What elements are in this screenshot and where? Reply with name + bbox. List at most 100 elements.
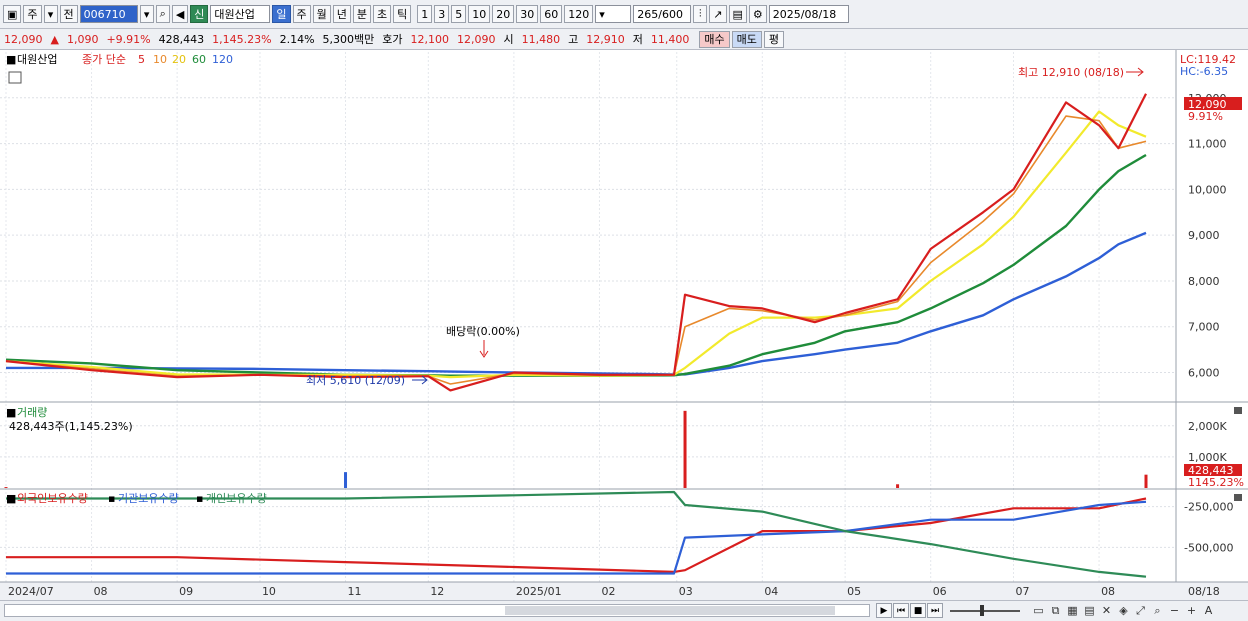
investor-tick-label: -500,000	[1184, 541, 1233, 554]
period-week[interactable]: 주	[292, 5, 311, 23]
hoga-label: 호가	[382, 33, 403, 46]
interval-10[interactable]: 10	[468, 5, 491, 23]
volume-bar	[683, 410, 687, 488]
interval-20[interactable]: 20	[492, 5, 515, 23]
x-tick-label: 09	[179, 585, 193, 598]
current-price: 12,090	[4, 32, 43, 46]
low-annotation: 최저 5,610 (12/09)	[306, 374, 405, 387]
sell-button[interactable]: 매도	[731, 30, 762, 48]
date-field[interactable]: 2025/08/18	[768, 5, 849, 23]
first-page-icon[interactable]: ⏮	[893, 603, 909, 618]
period-tick[interactable]: 틱	[393, 5, 412, 23]
interval-input[interactable]: ▾	[595, 5, 632, 23]
zoom-out-icon[interactable]: −	[1166, 603, 1183, 618]
price-tick-label: 11,000	[1188, 138, 1227, 151]
interval-5[interactable]: 5	[451, 5, 467, 23]
font-size-icon[interactable]: A	[1200, 603, 1217, 618]
buy-button[interactable]: 매수	[699, 30, 730, 48]
zoom-slider[interactable]	[950, 605, 1020, 616]
x-tick-label: 2024/07	[8, 585, 54, 598]
save-icon[interactable]: ▤	[728, 5, 747, 23]
open-label: 시	[503, 33, 514, 46]
nav-buttons: ▶ ⏮ ■ ⏭	[876, 603, 944, 618]
interval-120[interactable]: 120	[564, 5, 594, 23]
stock-chart[interactable]: 6,0007,0008,0009,00010,00011,00012,0001,…	[0, 50, 1248, 600]
volume-checkbox-icon[interactable]: ■	[6, 406, 16, 419]
turnover-rate: 2.14%	[279, 32, 315, 46]
status-bar: ▶ ⏮ ■ ⏭ ▭ ⧉ ▦ ▤ ✕ ◈ ⤢ ⌕ − + A	[0, 600, 1248, 621]
ma-legend-60: 60	[192, 53, 206, 66]
investor-panel-close-icon[interactable]	[1234, 494, 1242, 501]
search-icon[interactable]: ⌕	[155, 5, 170, 23]
ask-price: 12,100	[410, 32, 450, 46]
zoom-knob[interactable]	[980, 605, 984, 616]
cascade-icon[interactable]: ⧉	[1047, 603, 1064, 618]
low-label: 저	[632, 33, 643, 46]
last-page-icon[interactable]: ⏭	[927, 603, 943, 618]
stock-name-field[interactable]: 대원산업	[210, 5, 271, 23]
ma-type-label: 종가 단순	[82, 53, 126, 66]
x-tick-label: 04	[764, 585, 778, 598]
tile-icon[interactable]: ▦	[1064, 603, 1081, 618]
new-badge: 신	[190, 5, 209, 23]
x-tick-label: 08	[94, 585, 108, 598]
high-price: 12,910	[586, 32, 625, 46]
period-year[interactable]: 년	[332, 5, 351, 23]
candle-icon[interactable]: ⫶	[693, 5, 708, 23]
stop-icon[interactable]: ■	[910, 603, 926, 618]
grid-toggle-icon[interactable]	[8, 71, 22, 84]
period-day[interactable]: 일	[272, 5, 291, 23]
x-tick-label: 03	[679, 585, 693, 598]
count-max: /600	[658, 7, 683, 21]
investor-checkbox-icon[interactable]: ■	[6, 492, 16, 505]
toolbar: ▣ 주 ▾ 전 006710 ▾ ⌕ ◀ 신 대원산업 일 주 월 년 분 초 …	[0, 0, 1248, 29]
last-pct-label: 9.91%	[1188, 110, 1223, 123]
interval-60[interactable]: 60	[540, 5, 563, 23]
gear-icon[interactable]: ⚙	[748, 5, 767, 23]
chart-tools: ▭ ⧉ ▦ ▤ ✕ ◈ ⤢ ⌕ − + A	[1030, 603, 1217, 618]
x-tick-label: 08	[1101, 585, 1115, 598]
volume-value: 428,443	[158, 32, 205, 46]
code-dropdown-icon[interactable]: ▾	[139, 5, 154, 23]
speaker-icon[interactable]: ◀	[171, 5, 189, 23]
interval-3[interactable]: 3	[434, 5, 450, 23]
x-tick-label: 06	[933, 585, 947, 598]
prev-button[interactable]: 전	[59, 5, 78, 23]
indicator-icon[interactable]: ↗	[709, 5, 727, 23]
interval-1[interactable]: 1	[417, 5, 433, 23]
market-select[interactable]: 주	[23, 5, 42, 23]
ma-legend-5: 5	[138, 53, 145, 66]
grid-icon[interactable]: ▤	[1081, 603, 1098, 618]
fit-icon[interactable]: ⤢	[1132, 603, 1149, 618]
period-minute[interactable]: 분	[352, 5, 372, 23]
zoom-icon[interactable]: ⌕	[1149, 603, 1166, 618]
period-second[interactable]: 초	[373, 5, 392, 23]
horizontal-scrollbar[interactable]	[4, 604, 870, 617]
scroll-thumb[interactable]	[505, 606, 835, 615]
bid-price: 12,090	[457, 32, 496, 46]
window-icon[interactable]: ▭	[1030, 603, 1047, 618]
x-tick-label: 02	[601, 585, 615, 598]
ma-legend-120: 120	[212, 53, 233, 66]
cross-icon[interactable]: ✕	[1098, 603, 1115, 618]
count-field[interactable]: 265/600	[633, 5, 692, 23]
legend-checkbox-icon[interactable]: ■	[6, 53, 16, 66]
zoom-in-icon[interactable]: +	[1183, 603, 1200, 618]
volume-bar	[4, 487, 8, 488]
tag-icon[interactable]: ◈	[1115, 603, 1132, 618]
dividend-annotation: 배당락(0.00%)	[446, 325, 520, 338]
interval-30[interactable]: 30	[516, 5, 539, 23]
volume-bar	[1144, 474, 1148, 488]
volume-panel-close-icon[interactable]	[1234, 407, 1242, 414]
chevron-down-icon[interactable]: ▾	[43, 5, 58, 23]
avg-button[interactable]: 평	[763, 30, 785, 48]
layout-icon[interactable]: ▣	[3, 5, 22, 23]
quote-bar: 12,090 ▲ 1,090 +9.91% 428,443 1,145.23% …	[0, 29, 1248, 50]
price-change: 1,090	[66, 32, 99, 46]
scroll-right-icon[interactable]: ▶	[876, 603, 892, 618]
volume-subtitle: 428,443주(1,145.23%)	[9, 420, 133, 433]
stock-code-input[interactable]: 006710	[79, 5, 138, 23]
x-tick-label: 10	[262, 585, 276, 598]
volume-bar	[896, 484, 900, 488]
period-month[interactable]: 월	[312, 5, 331, 23]
